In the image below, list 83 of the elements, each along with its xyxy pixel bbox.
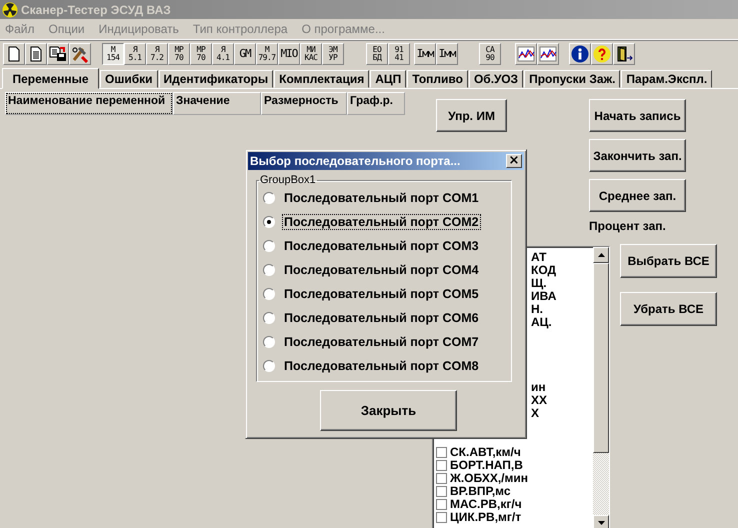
list-item[interactable]: МАС.РВ,кг/ч [450, 498, 522, 511]
radio-label[interactable]: Последовательный порт COM6 [282, 310, 481, 326]
scroll-thumb[interactable] [593, 263, 609, 453]
checkbox[interactable] [436, 460, 447, 471]
list-item[interactable]: ВР.ВПР,мс [450, 485, 511, 498]
checkbox[interactable] [436, 486, 447, 497]
controller-button[interactable]: СА 90 [479, 43, 501, 65]
record-button[interactable]: Закончить зап. [589, 139, 686, 172]
info-icon[interactable] [569, 43, 591, 65]
window-title: Сканер-Тестер ЭСУД ВАЗ [21, 2, 171, 16]
radio-label[interactable]: Последовательный порт COM5 [282, 286, 481, 302]
control-button[interactable]: Упр. ИМ [436, 99, 507, 132]
controller-button[interactable]: МР 70 [190, 43, 212, 65]
checkbox[interactable] [436, 447, 447, 458]
list-item[interactable]: Ж.ОБХХ,/мин [450, 472, 528, 485]
radio-button[interactable] [263, 264, 275, 276]
document-icon[interactable] [25, 43, 47, 65]
controller-button[interactable]: Я 7.2 [146, 43, 168, 65]
radio-button[interactable] [263, 192, 275, 204]
controller-button[interactable]: МР 70 [168, 43, 190, 65]
controller-button[interactable]: Iмм [436, 43, 458, 65]
radio-label[interactable]: Последовательный порт COM8 [282, 358, 481, 374]
record-button[interactable]: Начать запись [589, 99, 686, 132]
radiation-icon [2, 2, 18, 18]
tab[interactable]: Парам.Экспл. [621, 70, 712, 88]
percent-label: Процент зап. [589, 219, 666, 233]
controller-button[interactable]: Я 4.1 [212, 43, 234, 65]
radio-label[interactable]: Последовательный порт COM3 [282, 238, 481, 254]
tab[interactable]: Переменные [2, 68, 99, 89]
list-item[interactable]: БОРТ.НАП,В [450, 459, 523, 472]
group-box-title: GroupBox1 [259, 174, 317, 186]
new-document-icon[interactable] [3, 43, 25, 65]
controller-button[interactable]: ЭМ УР [322, 43, 344, 65]
radio-button[interactable] [263, 360, 275, 372]
tab[interactable]: Идентификаторы [158, 70, 274, 88]
select-button[interactable]: Выбрать ВСЕ [620, 244, 717, 278]
checkbox[interactable] [436, 499, 447, 510]
dialog-title: Выбор последовательного порта... [250, 154, 460, 168]
controller-button[interactable]: Я 5.1 [124, 43, 146, 65]
column-header[interactable]: Размерность [261, 92, 347, 115]
tools-icon[interactable] [69, 43, 91, 65]
help-icon[interactable] [591, 43, 613, 65]
tab[interactable]: Об.УОЗ [468, 70, 524, 88]
controller-button[interactable]: МIО [278, 43, 300, 65]
record-button[interactable]: Среднее зап. [589, 179, 686, 212]
controller-button[interactable]: 91 41 [388, 43, 410, 65]
radio-button[interactable] [263, 240, 275, 252]
exit-door-icon[interactable] [613, 43, 635, 65]
controller-button[interactable]: М 79.7 [256, 43, 278, 65]
radio-button[interactable] [263, 336, 275, 348]
radio-label[interactable]: Последовательный порт COM1 [282, 190, 481, 206]
line-chart-icon[interactable] [537, 43, 559, 65]
list-item[interactable]: СК.АВТ,км/ч [450, 446, 521, 459]
line-chart-icon[interactable] [515, 43, 537, 65]
tab[interactable]: Комплектация [274, 70, 370, 88]
select-button[interactable]: Убрать ВСЕ [620, 292, 717, 326]
radio-button[interactable] [263, 312, 275, 324]
tab[interactable]: Пропуски Заж. [524, 70, 620, 88]
scroll-down-icon[interactable] [593, 515, 609, 528]
controller-button[interactable]: GM [234, 43, 256, 65]
scroll-up-icon[interactable] [593, 247, 609, 263]
column-header[interactable]: Значение [173, 92, 261, 115]
radio-label[interactable]: Последовательный порт COM7 [282, 334, 481, 350]
tab[interactable]: Ошибки [100, 70, 158, 88]
close-button[interactable]: × [506, 154, 522, 168]
radio-button[interactable] [263, 288, 275, 300]
radio-label[interactable]: Последовательный порт COM2 [282, 214, 481, 230]
save-document-icon[interactable] [47, 43, 69, 65]
controller-button[interactable]: МИ КАС [300, 43, 322, 65]
checkbox[interactable] [436, 473, 447, 484]
close-dialog-button[interactable]: Закрыть [320, 390, 457, 431]
controller-button[interactable]: ЕО БД [366, 43, 388, 65]
column-header[interactable]: Наименование переменной [5, 92, 173, 115]
scrollbar[interactable] [593, 247, 609, 528]
tab[interactable]: Топливо [407, 70, 468, 88]
controller-button[interactable]: Iмм [414, 43, 436, 65]
controller-button[interactable]: М 154 [102, 43, 124, 65]
radio-button[interactable] [263, 216, 275, 228]
checkbox[interactable] [436, 512, 447, 523]
tab[interactable]: АЦП [370, 70, 406, 88]
list-item[interactable]: ЦИК.РВ,мг/т [450, 511, 522, 524]
column-header[interactable]: Граф.р. [347, 92, 405, 115]
radio-label[interactable]: Последовательный порт COM4 [282, 262, 481, 278]
